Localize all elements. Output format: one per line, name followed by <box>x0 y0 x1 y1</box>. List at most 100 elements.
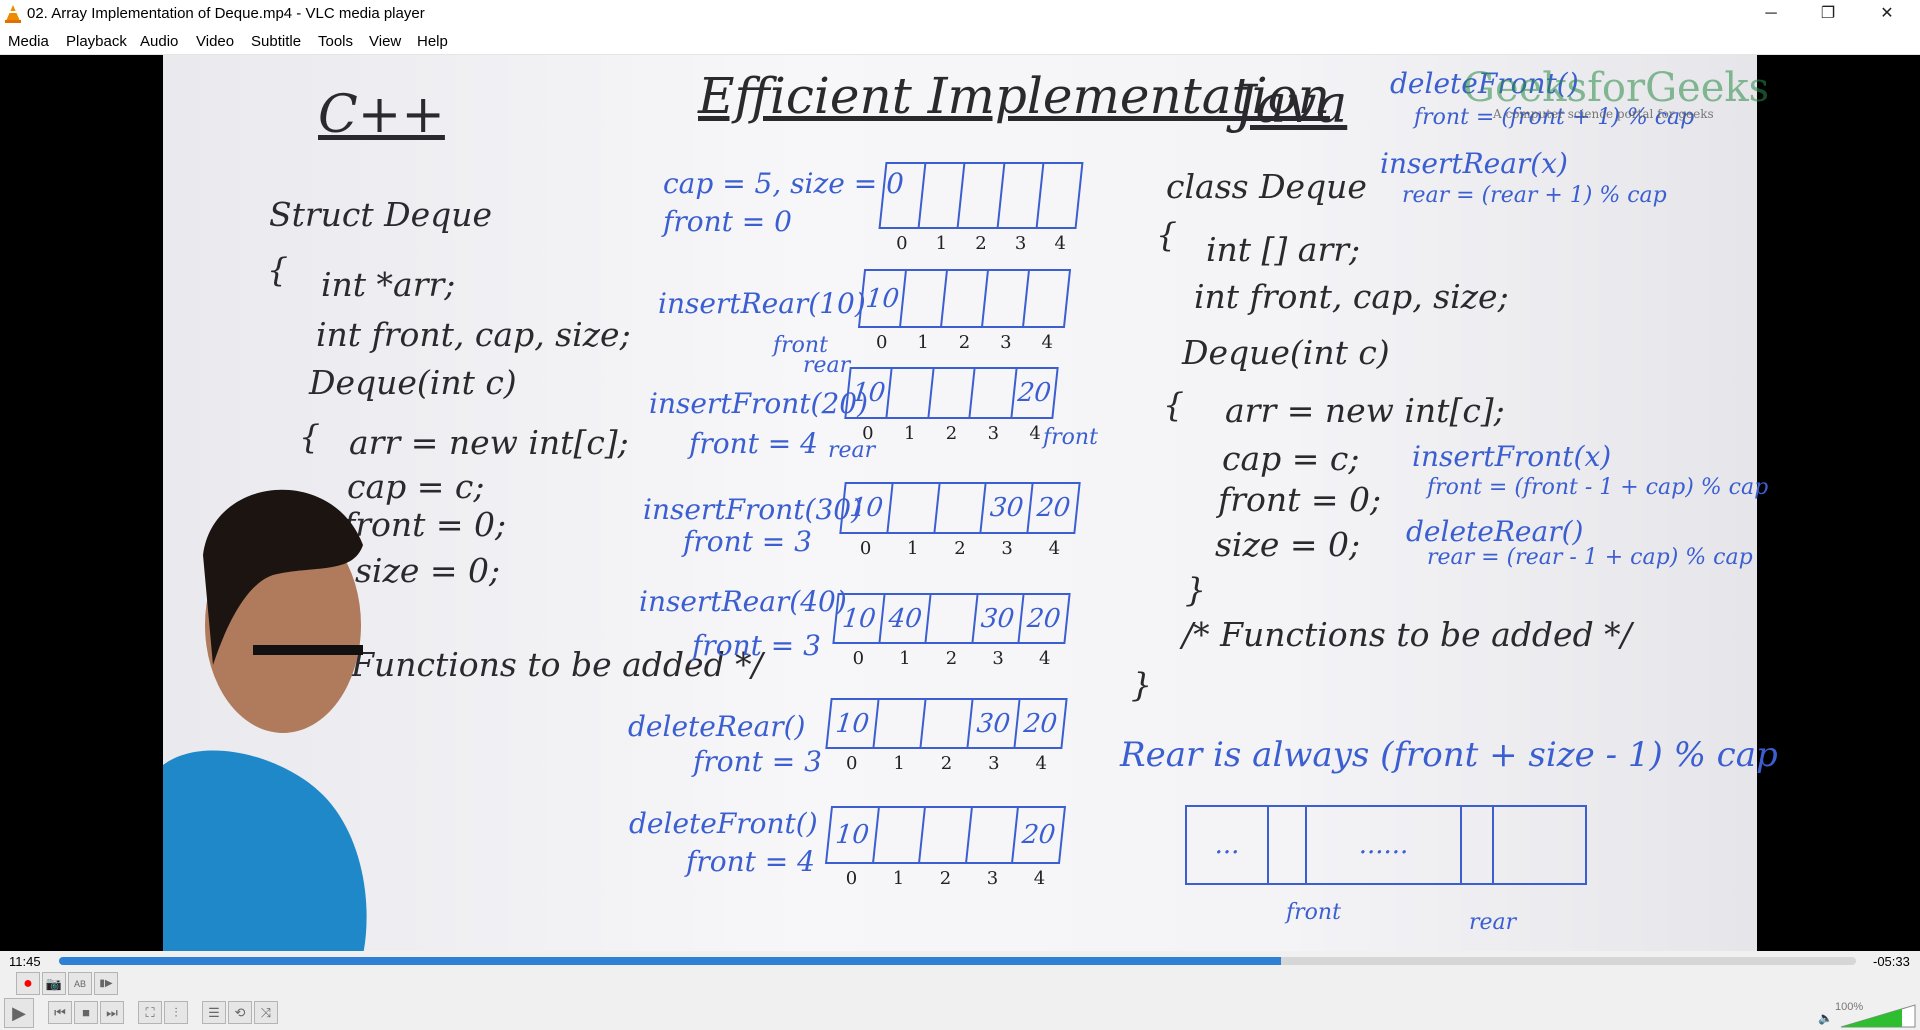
operation-label: insertRear(10) <box>658 287 866 320</box>
java-code-line: int [] arr; <box>1206 230 1361 269</box>
minimize-button[interactable]: ─ <box>1748 0 1794 28</box>
array-cell: 20 <box>1022 708 1059 739</box>
index-label: 2 <box>945 423 958 444</box>
diagram-cell <box>1494 807 1585 883</box>
play-button[interactable]: ▶ <box>4 998 34 1028</box>
array-cell <box>1038 164 1082 227</box>
array-cell: 30 <box>968 700 1021 747</box>
operation-label: deleteFront() <box>629 807 818 840</box>
menu-playback[interactable]: Playback <box>66 33 127 50</box>
index-label: 1 <box>903 423 916 444</box>
extended-settings-button[interactable]: ⫶ <box>164 1001 188 1024</box>
array-cell: 10 <box>841 484 894 532</box>
array-cell <box>935 484 987 532</box>
menu-view[interactable]: View <box>369 33 401 50</box>
index-label: 2 <box>939 868 952 889</box>
operation-label: insertFront(20) <box>649 387 868 420</box>
stop-button[interactable]: ■ <box>74 1001 98 1024</box>
array-cell <box>888 484 941 532</box>
volume-slider[interactable] <box>1840 1004 1916 1028</box>
diagram-cell <box>1269 807 1307 883</box>
array-diagram: 10 30 20 <box>839 482 1081 534</box>
array-indices: 01234 <box>847 423 1056 444</box>
diagram-cell <box>1462 807 1494 883</box>
record-button[interactable]: ● <box>16 972 40 995</box>
index-label: 2 <box>954 538 966 559</box>
index-label: 3 <box>986 868 999 889</box>
next-button[interactable]: ⏭ <box>100 1001 124 1024</box>
index-label: 1 <box>935 233 948 254</box>
array-cell <box>920 808 973 862</box>
array-diagram <box>878 162 1084 229</box>
array-cell <box>873 808 927 862</box>
array-cell: 30 <box>981 484 1034 532</box>
index-label: 1 <box>893 753 905 774</box>
menu-tools[interactable]: Tools <box>318 33 353 50</box>
menu-subtitle[interactable]: Subtitle <box>251 33 301 50</box>
loop-ab-button[interactable]: AB <box>68 972 92 995</box>
array-cell: 10 <box>846 369 893 417</box>
index-label: 4 <box>1035 753 1047 774</box>
index-label: 3 <box>1001 538 1013 559</box>
java-code-line: front = 0; <box>1218 480 1382 519</box>
method-note: rear = (rear - 1 + cap) % cap <box>1427 545 1753 570</box>
index-label: 3 <box>1014 233 1027 254</box>
shuffle-button[interactable]: ⤨ <box>254 1001 278 1024</box>
array-cell <box>942 271 989 326</box>
array-cell <box>970 369 1018 417</box>
vlc-cone-icon <box>5 5 21 23</box>
menu-video[interactable]: Video <box>196 33 234 50</box>
circular-diagram: ... ...... <box>1185 805 1587 885</box>
array-cell <box>926 595 979 642</box>
index-label: 4 <box>1041 332 1053 353</box>
array-cell <box>998 164 1045 227</box>
index-label: 1 <box>899 648 911 669</box>
array-cell: 20 <box>1016 378 1053 408</box>
seek-row: 11:45 -05:33 <box>0 951 1920 972</box>
array-indices: 01234 <box>842 538 1078 559</box>
java-code-line: } <box>1131 665 1152 704</box>
method-note: insertRear(x) <box>1380 147 1568 180</box>
note-rear-2: rear <box>828 438 876 463</box>
menu-audio[interactable]: Audio <box>140 33 178 50</box>
index-label: 4 <box>1048 538 1061 559</box>
front-value: front = 4 <box>686 845 815 878</box>
array-cell: 10 <box>834 595 886 642</box>
index-label: 1 <box>917 332 929 353</box>
diagram-front-label: front <box>1286 900 1341 925</box>
index-label: 0 <box>845 868 858 889</box>
video-area[interactable]: C++ Struct Deque {int *arr; int front, cap… <box>0 55 1920 951</box>
previous-button[interactable]: ⏮ <box>48 1001 72 1024</box>
diagram-rear-label: rear <box>1469 910 1517 935</box>
fullscreen-button[interactable]: ⛶ <box>138 1001 162 1024</box>
cpp-code-line: Struct Deque <box>269 195 493 234</box>
remaining-time[interactable]: -05:33 <box>1873 954 1910 969</box>
cpp-code-line: { <box>267 250 288 289</box>
menu-media[interactable]: Media <box>8 33 49 50</box>
playlist-button[interactable]: ☰ <box>202 1001 226 1024</box>
frame-step-button[interactable]: ▮▶ <box>94 972 118 995</box>
index-label: 0 <box>845 753 858 774</box>
cpp-code-line: int front, cap, size; <box>316 315 631 354</box>
index-label: 1 <box>907 538 919 559</box>
seek-bar[interactable] <box>59 957 1856 965</box>
method-note: insertFront(x) <box>1412 440 1612 473</box>
index-label: 3 <box>992 648 1004 669</box>
array-diagram: 10 <box>857 269 1072 328</box>
menu-help[interactable]: Help <box>417 33 448 50</box>
method-note: front = (front - 1 + cap) % cap <box>1427 475 1769 500</box>
array-indices: 01234 <box>861 332 1068 353</box>
note-front-2: front <box>1043 425 1098 450</box>
index-label: 4 <box>1029 423 1041 444</box>
loop-button[interactable]: ⟲ <box>228 1001 252 1024</box>
array-diagram: 10 20 <box>844 367 1059 419</box>
java-code-line: size = 0; <box>1215 525 1361 564</box>
snapshot-button[interactable]: 📷 <box>42 972 66 995</box>
maximize-button[interactable]: ❐ <box>1805 0 1851 28</box>
array-cell <box>880 164 927 227</box>
index-label: 1 <box>892 868 905 889</box>
index-label: 4 <box>1033 868 1046 889</box>
array-cell: 20 <box>1025 603 1063 634</box>
close-button[interactable]: ✕ <box>1864 0 1910 28</box>
speaker-icon[interactable]: 🔈 <box>1818 1011 1833 1025</box>
